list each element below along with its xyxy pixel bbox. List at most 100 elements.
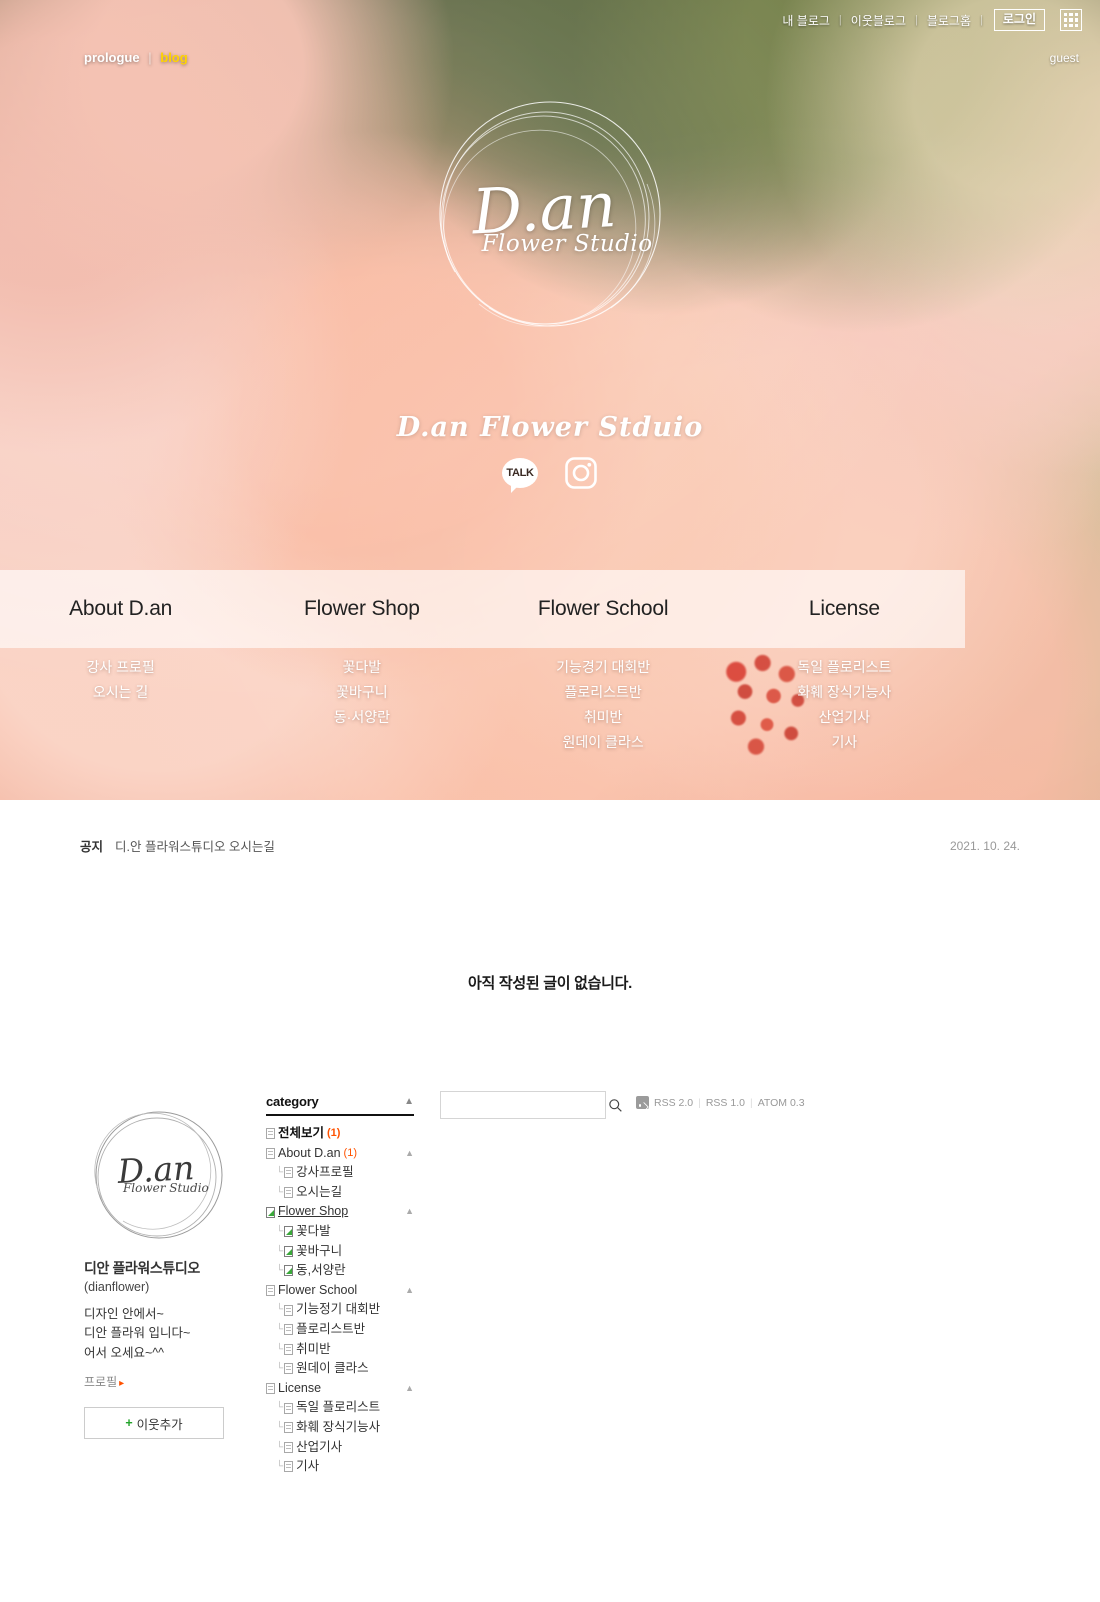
add-neighbor-button[interactable]: + 이웃추가 [84,1407,224,1440]
category-item[interactable]: └ 취미반 [266,1340,414,1360]
tree-branch-icon: └ [276,1343,284,1355]
category-item[interactable]: └ 기능정기 대회반 [266,1300,414,1320]
category-item[interactable]: Flower Shop ▲ [266,1202,414,1222]
submenu-item[interactable]: 화훼 장식기능사 [724,680,965,705]
brand-logo: D.an Flower Studio [415,92,685,342]
doc-icon [266,1128,275,1140]
kakaotalk-icon[interactable]: TALK [502,458,538,493]
notice-row[interactable]: 공지 디.안 플라워스튜디오 오시는길 2021. 10. 24. [0,836,1100,855]
menu-item-license[interactable]: License [724,597,965,621]
image-icon [284,1245,294,1257]
submenu-item[interactable]: 플로리스트반 [483,680,724,705]
main-menu-bar: About D.an Flower Shop Flower School Lic… [0,570,965,648]
doc-icon [266,1285,275,1297]
submenu-item[interactable]: 산업기사 [724,705,965,730]
tree-branch-icon: └ [276,1186,284,1198]
chevron-up-icon[interactable]: ▲ [404,1097,414,1109]
submenu-item[interactable]: 기능경기 대회반 [483,655,724,680]
search-input[interactable] [441,1092,608,1118]
profile-panel: D.an Flower Studio 디안 플라워스튜디오 (dianflowe… [84,1105,234,1440]
image-icon [284,1265,294,1277]
lower-section: D.an Flower Studio 디안 플라워스튜디오 (dianflowe… [0,1080,1100,1500]
category-item-label: 꽃바구니 [296,1243,343,1258]
category-item[interactable]: License ▲ [266,1379,414,1399]
submenu-item[interactable]: 오시는 길 [0,680,241,705]
doc-icon [284,1304,294,1316]
doc-icon [284,1441,294,1453]
category-list: 전체보기 (1) About D.an (1) ▲ └ 강사프로필 └ 오시는길 Flower S… [266,1124,414,1477]
category-item-label: 기사 [296,1459,320,1474]
rss-row: RSS 2.0 | RSS 1.0 | ATOM 0.3 [636,1096,805,1109]
menu-item-about[interactable]: About D.an [0,597,241,621]
blog-link[interactable]: blog [160,50,187,65]
submenu-item[interactable]: 강사 프로필 [0,655,241,680]
category-item[interactable]: └ 꽃바구니 [266,1242,414,1262]
doc-icon [284,1402,294,1414]
login-button[interactable]: 로그인 [993,9,1045,31]
profile-id: (dianflower) [84,1279,150,1294]
submenu-item[interactable]: 동·서양란 [241,705,482,730]
category-item[interactable]: └ 화훼 장식기능사 [266,1418,414,1438]
submenu-item[interactable]: 원데이 클라스 [483,730,724,755]
category-item-count: (1) [327,1127,341,1139]
category-item[interactable]: └ 기사 [266,1457,414,1477]
category-item[interactable]: └ 산업기사 [266,1438,414,1458]
global-nav: 내 블로그 | 이웃블로그 | 블로그홈 | 로그인 [782,0,1100,31]
rss-separator-2: | [749,1096,753,1109]
submenu-item[interactable]: 꽃다발 [241,655,482,680]
tree-branch-icon: └ [276,1323,284,1335]
rss-2-link[interactable]: RSS 2.0 [654,1097,693,1109]
chevron-up-icon[interactable]: ▲ [405,1202,414,1222]
category-title: category [266,1094,319,1109]
grid-menu-icon[interactable] [1060,9,1082,31]
submenu-about: 강사 프로필 오시는 길 [0,655,241,755]
doc-icon [284,1461,294,1473]
submenu-item[interactable]: 기사 [724,730,965,755]
gnb-separator-2: | [914,14,918,26]
prologue-blog-separator: | [148,50,152,65]
profile-link[interactable]: 프로필 ▸ [84,1373,124,1390]
category-item-label: 화훼 장식기능사 [296,1419,381,1434]
search-icon[interactable] [608,1092,623,1118]
rss-separator-1: | [698,1096,701,1109]
category-item[interactable]: └ 오시는길 [266,1183,414,1203]
category-item-label: 오시는길 [296,1184,343,1199]
atom-link[interactable]: ATOM 0.3 [758,1097,805,1109]
category-item[interactable]: └ 강사프로필 [266,1163,414,1183]
instagram-icon[interactable] [564,456,598,490]
category-item[interactable]: About D.an (1) ▲ [266,1144,414,1164]
search-box[interactable] [440,1091,622,1119]
category-item[interactable]: 전체보기 (1) [266,1124,414,1144]
category-item[interactable]: └ 독일 플로리스트 [266,1398,414,1418]
gnb-blog-home[interactable]: 블로그홈 [927,12,971,29]
category-item-label: 플로리스트반 [296,1321,366,1336]
category-item[interactable]: Flower School ▲ [266,1281,414,1301]
tree-branch-icon: └ [276,1265,284,1277]
notice-title[interactable]: 디.안 플라워스튜디오 오시는길 [115,836,275,855]
category-item[interactable]: └ 동,서양란 [266,1261,414,1281]
chevron-up-icon[interactable]: ▲ [405,1281,414,1301]
gnb-separator-3: | [980,14,983,26]
submenu-item[interactable]: 꽃바구니 [241,680,482,705]
menu-item-flower-shop[interactable]: Flower Shop [241,597,482,621]
tree-branch-icon: └ [276,1225,284,1237]
category-item[interactable]: └ 플로리스트반 [266,1320,414,1340]
rss-1-link[interactable]: RSS 1.0 [706,1097,745,1109]
submenu-item[interactable]: 취미반 [483,705,724,730]
category-item-label: 원데이 클라스 [296,1361,369,1376]
prologue-link[interactable]: prologue [84,50,140,65]
category-item-label: 산업기사 [296,1439,343,1454]
gnb-my-blog[interactable]: 내 블로그 [782,12,830,29]
doc-icon [284,1422,294,1434]
chevron-up-icon[interactable]: ▲ [405,1144,414,1164]
chevron-up-icon[interactable]: ▲ [405,1379,414,1399]
gnb-neighbor-blog[interactable]: 이웃블로그 [851,12,906,29]
submenu-flower-school: 기능경기 대회반 플로리스트반 취미반 원데이 클라스 [483,655,724,755]
menu-item-flower-school[interactable]: Flower School [483,597,724,621]
category-item[interactable]: └ 원데이 클라스 [266,1359,414,1379]
submenu-item[interactable]: 독일 플로리스트 [724,655,965,680]
doc-icon [266,1147,275,1159]
category-item[interactable]: └ 꽃다발 [266,1222,414,1242]
profile-avatar[interactable]: D.an Flower Studio [89,1105,229,1245]
submenu-license: 독일 플로리스트 화훼 장식기능사 산업기사 기사 [724,655,965,755]
